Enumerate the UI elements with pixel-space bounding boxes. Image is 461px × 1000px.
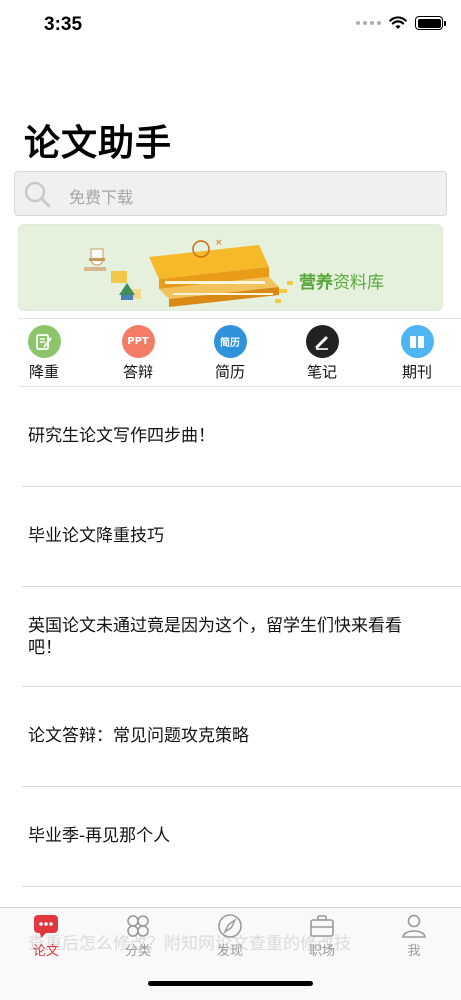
grid-icon [127,915,149,937]
tab-discover[interactable]: 发现 [200,913,260,968]
banner-caption: 营养资料库 [299,268,384,293]
cellular-signal-icon [356,21,381,25]
article-item[interactable]: 英国论文未通过竟是因为这个，留学生们快来看看吧！ [22,587,461,687]
banner-brand: 营养 [299,273,333,293]
ppt-badge: PPT [127,336,149,347]
divider [18,318,461,319]
shortcut-notes[interactable]: 笔记 [292,322,352,384]
article-title: 论文答辩：常见问题攻克策略 [28,726,249,746]
shortcut-label: 降重 [28,363,59,381]
resume-badge: 简历 [220,338,240,349]
edit-doc-icon [27,325,61,358]
shortcut-label: 答辩 [122,363,153,381]
tab-bar: 查重后怎么修改？附知网论文查重的修改技 论文 分类 发现 职场 我 [0,907,461,1000]
article-title: 研究生论文写作四步曲！ [28,426,215,446]
article-item[interactable]: 毕业论文降重技巧 [22,487,461,587]
briefcase-icon [310,915,334,937]
shortcut-reduce-duplication[interactable]: 降重 [14,322,74,384]
search-input[interactable]: 免费下载 [14,171,447,216]
message-icon [34,915,58,938]
tab-label: 分类 [124,944,151,959]
banner-label: 资料库 [333,273,384,293]
compass-icon [218,914,242,938]
shortcut-defense[interactable]: PPT 答辩 [108,322,168,384]
page-title: 论文助手 [24,123,173,164]
article-title: 毕业季-再见那个人 [28,826,171,846]
tab-me[interactable]: 我 [384,913,444,968]
promo-banner[interactable]: × 营养资料库 [18,224,443,311]
svg-text:×: × [215,238,223,248]
status-bar: 3:35 [0,0,461,50]
shortcut-journal[interactable]: 期刊 [387,322,447,384]
resume-icon: 简历 [213,325,247,358]
person-icon [402,914,426,938]
tab-label: 我 [407,944,421,959]
book-icon [400,325,434,358]
battery-icon [415,16,446,30]
shortcut-resume[interactable]: 简历 简历 [200,322,260,384]
tab-label: 论文 [32,944,59,959]
tab-label: 职场 [308,944,335,959]
pen-icon [305,325,339,358]
article-item[interactable]: 研究生论文写作四步曲！ [22,387,461,487]
books-illustration: × [84,238,293,307]
status-icons [356,16,446,30]
search-icon [24,181,51,208]
shortcut-label: 期刊 [401,363,432,381]
shortcut-label: 简历 [214,363,245,381]
shortcut-row: 降重 PPT 答辩 简历 简历 笔记 期刊 [0,322,461,384]
article-item[interactable]: 毕业季-再见那个人 [22,787,461,887]
shortcut-label: 笔记 [306,363,337,381]
ppt-icon: PPT [121,325,155,358]
article-title: 毕业论文降重技巧 [28,526,164,546]
tab-category[interactable]: 分类 [108,913,168,968]
article-item[interactable]: 论文答辩：常见问题攻克策略 [22,687,461,787]
search-placeholder: 免费下载 [69,188,134,207]
home-indicator[interactable] [148,981,313,986]
wifi-icon [389,16,407,29]
tab-label: 发现 [216,944,243,959]
status-time: 3:35 [44,14,83,35]
tab-thesis[interactable]: 论文 [16,913,76,968]
tab-career[interactable]: 职场 [292,913,352,968]
article-title: 英国论文未通过竟是因为这个，留学生们快来看看吧！ [28,616,402,658]
